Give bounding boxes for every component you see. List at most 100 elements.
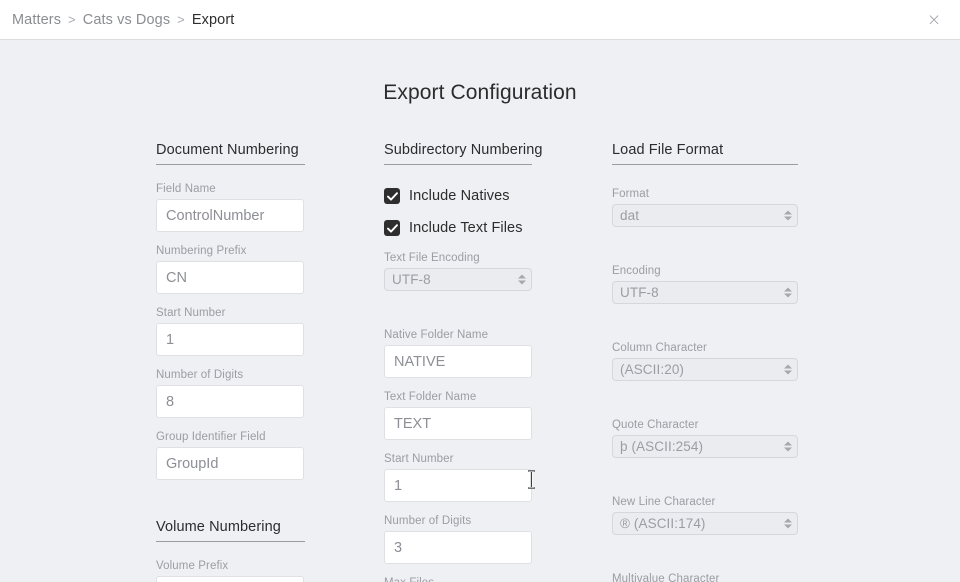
column-load-file-format: Load File Format Format dat Encoding UTF… <box>612 142 800 582</box>
field-label: Field Name <box>156 183 306 195</box>
chevron-updown-icon <box>783 439 792 454</box>
field-label: Numbering Prefix <box>156 245 306 257</box>
volume-prefix-input[interactable] <box>156 576 304 582</box>
field-column-character: Column Character (ASCII:20) <box>612 342 800 386</box>
field-volume-prefix: Volume Prefix <box>156 560 306 582</box>
chevron-updown-icon <box>517 272 526 287</box>
section-title-subdirectory-numbering: Subdirectory Numbering <box>384 142 534 164</box>
spacer <box>384 309 534 329</box>
checkbox-row-include-natives[interactable]: Include Natives <box>384 188 534 204</box>
select-value: UTF-8 <box>612 281 798 304</box>
field-group-identifier: Group Identifier Field <box>156 431 306 480</box>
field-label: Column Character <box>612 342 800 354</box>
field-label: Native Folder Name <box>384 329 534 341</box>
field-subdirectory-start-number: Start Number <box>384 453 534 502</box>
spacer <box>612 399 800 419</box>
select-value: UTF-8 <box>384 268 532 291</box>
breadcrumb-item-matter[interactable]: Cats vs Dogs <box>83 12 170 28</box>
select-value: þ (ASCII:254) <box>612 435 798 458</box>
field-label: Encoding <box>612 265 800 277</box>
field-label: Number of Digits <box>156 369 306 381</box>
field-label: Start Number <box>156 307 306 319</box>
quote-character-select[interactable]: þ (ASCII:254) <box>612 435 798 458</box>
field-label: Text Folder Name <box>384 391 534 403</box>
field-label: Volume Prefix <box>156 560 306 572</box>
breadcrumb-item-matters[interactable]: Matters <box>12 12 61 28</box>
export-configuration-page: Export Configuration Document Numbering … <box>0 41 960 582</box>
section-divider <box>384 164 532 165</box>
checkbox-label: Include Text Files <box>409 220 523 236</box>
section-divider <box>156 164 305 165</box>
chevron-updown-icon <box>783 516 792 531</box>
subdirectory-start-number-input[interactable] <box>384 469 532 502</box>
checkbox-include-text-files[interactable] <box>384 220 400 236</box>
text-folder-name-input[interactable] <box>384 407 532 440</box>
field-text-file-encoding: Text File Encoding UTF-8 <box>384 252 534 296</box>
spacer <box>612 553 800 573</box>
field-label: Max Files <box>384 577 534 582</box>
breadcrumb-separator: > <box>68 12 76 27</box>
chevron-updown-icon <box>783 208 792 223</box>
section-divider <box>156 541 305 542</box>
format-select[interactable]: dat <box>612 204 798 227</box>
field-numbering-prefix: Numbering Prefix <box>156 245 306 294</box>
spacer <box>612 322 800 342</box>
spacer <box>612 245 800 265</box>
column-subdirectory-numbering: Subdirectory Numbering Include Natives I <box>384 142 534 582</box>
check-icon <box>387 224 398 233</box>
field-subdirectory-number-of-digits: Number of Digits <box>384 515 534 564</box>
checkbox-include-natives[interactable] <box>384 188 400 204</box>
section-divider <box>612 164 798 165</box>
field-label: New Line Character <box>612 496 800 508</box>
field-new-line-character: New Line Character ® (ASCII:174) <box>612 496 800 540</box>
start-number-input[interactable] <box>156 323 304 356</box>
breadcrumb-separator: > <box>177 12 185 27</box>
select-value: (ASCII:20) <box>612 358 798 381</box>
encoding-select[interactable]: UTF-8 <box>612 281 798 304</box>
chevron-updown-icon <box>783 362 792 377</box>
field-label: Text File Encoding <box>384 252 534 264</box>
group-identifier-field-input[interactable] <box>156 447 304 480</box>
app-header: Matters > Cats vs Dogs > Export × <box>0 0 960 40</box>
field-native-folder-name: Native Folder Name <box>384 329 534 378</box>
field-label: Multivalue Character <box>612 573 800 582</box>
column-document-numbering: Document Numbering Field Name Numbering … <box>156 142 306 582</box>
new-line-character-select[interactable]: ® (ASCII:174) <box>612 512 798 535</box>
field-label: Group Identifier Field <box>156 431 306 443</box>
field-field-name: Field Name <box>156 183 306 232</box>
field-label: Start Number <box>384 453 534 465</box>
section-title-document-numbering: Document Numbering <box>156 142 306 164</box>
field-text-folder-name: Text Folder Name <box>384 391 534 440</box>
field-label: Format <box>612 188 800 200</box>
section-title-load-file-format: Load File Format <box>612 142 800 164</box>
field-label: Number of Digits <box>384 515 534 527</box>
spacer <box>612 476 800 496</box>
field-multivalue-character: Multivalue Character ; (ASCII:59) <box>612 573 800 582</box>
chevron-updown-icon <box>783 285 792 300</box>
spacer <box>156 493 306 519</box>
field-name-input[interactable] <box>156 199 304 232</box>
field-quote-character: Quote Character þ (ASCII:254) <box>612 419 800 463</box>
select-value: ® (ASCII:174) <box>612 512 798 535</box>
field-number-of-digits: Number of Digits <box>156 369 306 418</box>
breadcrumb-item-export: Export <box>192 12 235 28</box>
numbering-prefix-input[interactable] <box>156 261 304 294</box>
breadcrumb: Matters > Cats vs Dogs > Export <box>0 12 234 28</box>
text-file-encoding-select[interactable]: UTF-8 <box>384 268 532 291</box>
field-max-files: Max Files <box>384 577 534 582</box>
field-encoding: Encoding UTF-8 <box>612 265 800 309</box>
subdirectory-number-of-digits-input[interactable] <box>384 531 532 564</box>
select-value: dat <box>612 204 798 227</box>
field-label: Quote Character <box>612 419 800 431</box>
close-icon[interactable]: × <box>914 0 954 40</box>
check-icon <box>387 192 398 201</box>
column-character-select[interactable]: (ASCII:20) <box>612 358 798 381</box>
field-start-number: Start Number <box>156 307 306 356</box>
field-format: Format dat <box>612 188 800 232</box>
checkbox-label: Include Natives <box>409 188 510 204</box>
checkbox-row-include-text-files[interactable]: Include Text Files <box>384 220 534 236</box>
page-title: Export Configuration <box>0 81 960 105</box>
number-of-digits-input[interactable] <box>156 385 304 418</box>
section-title-volume-numbering: Volume Numbering <box>156 519 306 541</box>
native-folder-name-input[interactable] <box>384 345 532 378</box>
